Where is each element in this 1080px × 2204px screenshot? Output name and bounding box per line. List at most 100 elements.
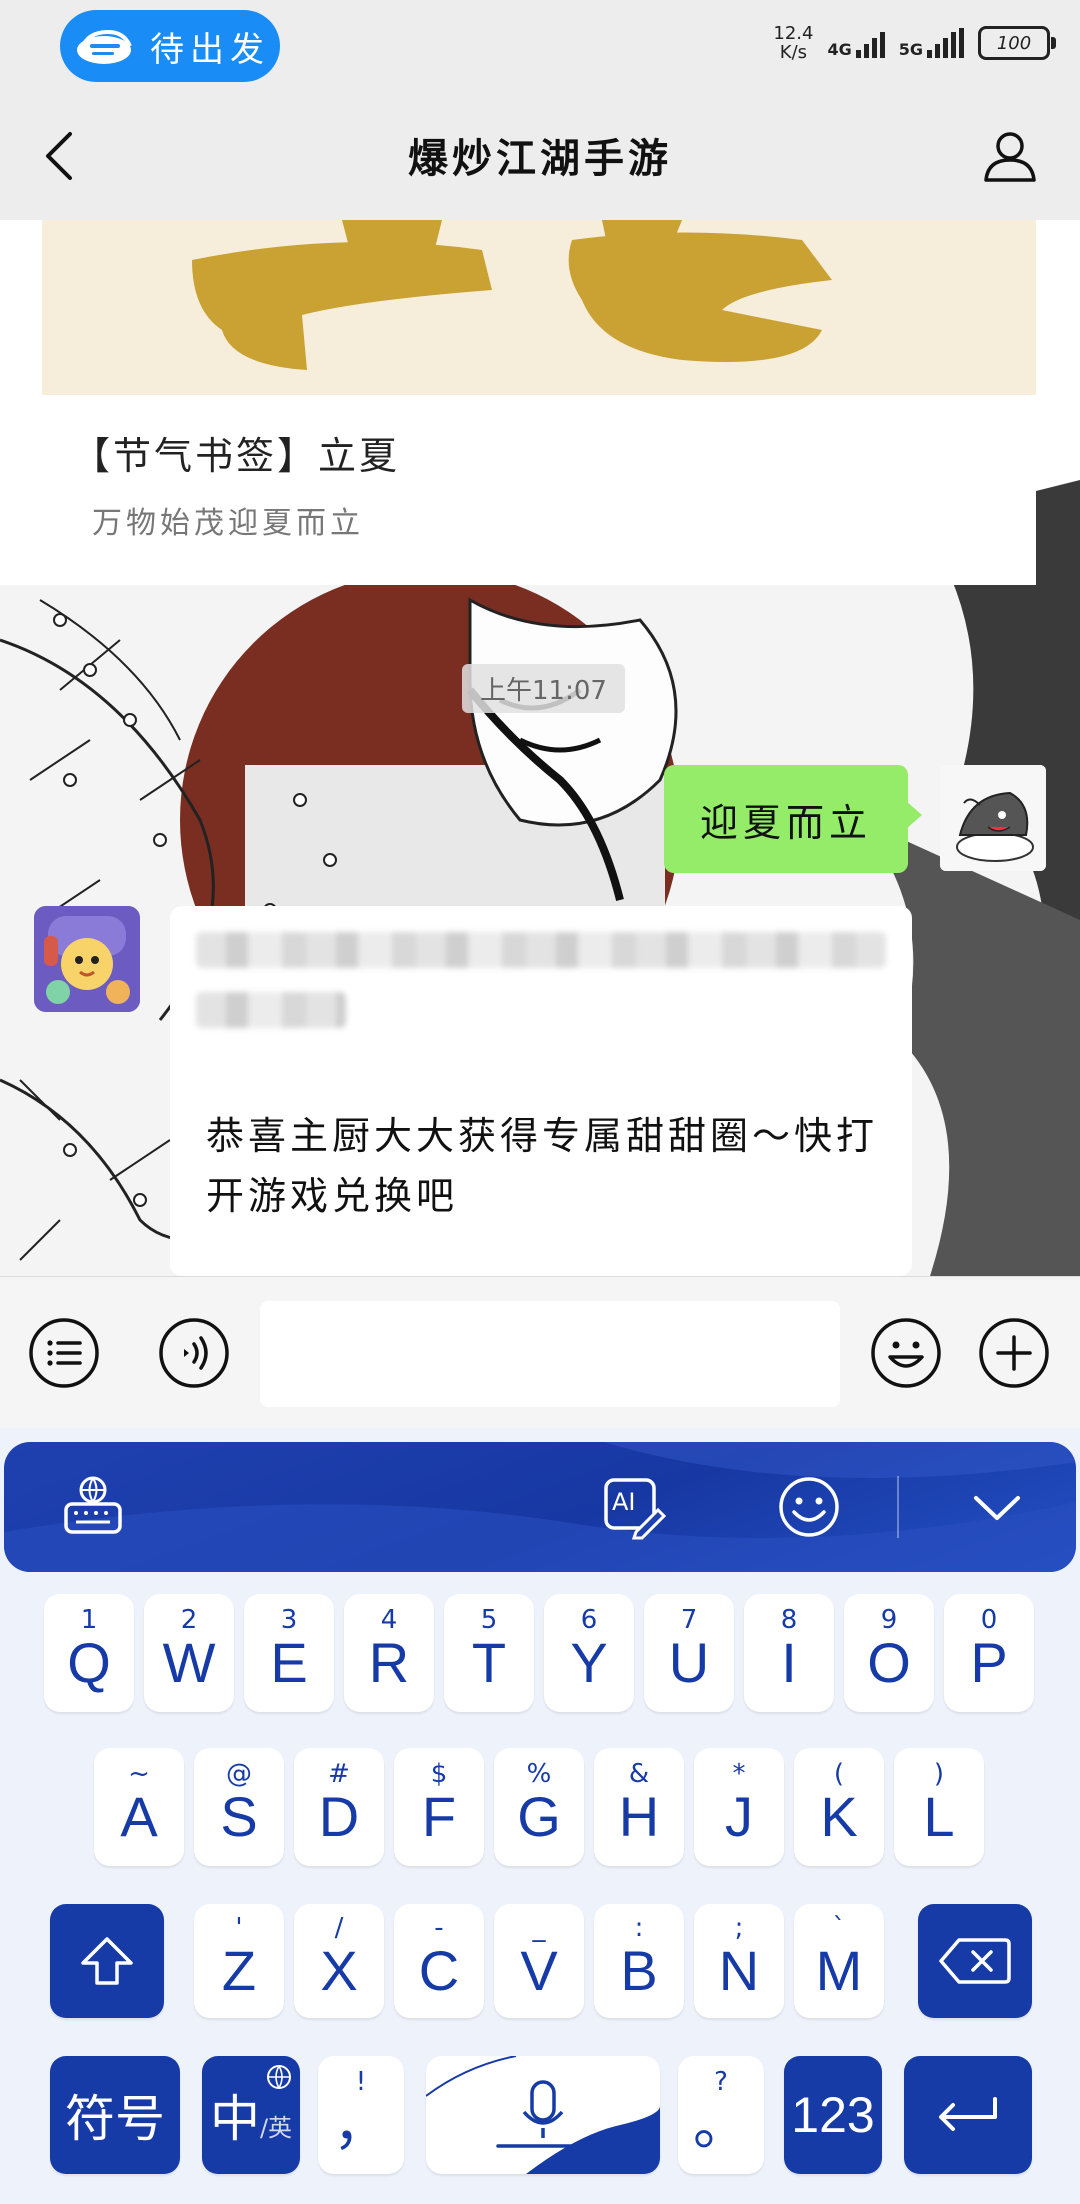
- message-text-field[interactable]: [260, 1301, 840, 1407]
- period-key[interactable]: ? 。: [678, 2056, 764, 2174]
- key-k[interactable]: (K: [794, 1748, 884, 1866]
- key-letter: M: [815, 1939, 863, 2002]
- ai-write-icon[interactable]: AI: [600, 1474, 666, 1540]
- enter-key[interactable]: [904, 2056, 1032, 2174]
- comma-key-label: ，: [333, 2093, 389, 2156]
- key-letter: J: [725, 1785, 753, 1848]
- key-s[interactable]: @ S: [194, 1748, 284, 1866]
- key-alt-char: 7: [680, 1605, 698, 1635]
- key-d[interactable]: # D: [294, 1748, 384, 1866]
- lang-main-label: 中: [209, 2090, 260, 2148]
- add-more-icon[interactable]: [978, 1317, 1050, 1389]
- trip-status-pill[interactable]: 待出发: [60, 10, 280, 82]
- key-y[interactable]: 6Y: [544, 1594, 634, 1712]
- comma-key[interactable]: ! ，: [318, 2056, 404, 2174]
- speed-value: 12.4: [773, 23, 814, 44]
- key-q[interactable]: 1Q: [44, 1594, 134, 1712]
- key-t[interactable]: 5T: [444, 1594, 534, 1712]
- key-letter: D: [318, 1785, 360, 1848]
- period-key-label: 。: [693, 2093, 749, 2156]
- key-alt-char: %: [526, 1759, 552, 1789]
- toolbar-wave-decoration: [4, 1442, 1076, 1572]
- space-key[interactable]: [426, 2056, 660, 2174]
- key-letter: W: [162, 1631, 216, 1694]
- signal-5g: 5G: [899, 28, 964, 58]
- key-letter: L: [923, 1785, 955, 1848]
- key-c[interactable]: -C: [394, 1904, 484, 2018]
- menu-list-icon[interactable]: [28, 1317, 100, 1389]
- key-j[interactable]: * J: [694, 1748, 784, 1866]
- game-account-avatar[interactable]: [34, 906, 140, 1012]
- voice-input-icon[interactable]: [158, 1317, 230, 1389]
- battery-icon: 100: [978, 26, 1056, 60]
- key-w[interactable]: 2W: [144, 1594, 234, 1712]
- key-v[interactable]: _ V: [494, 1904, 584, 2018]
- key-f[interactable]: $ F: [394, 1748, 484, 1866]
- key-alt-char: (: [833, 1759, 845, 1789]
- emoji-icon[interactable]: [870, 1317, 942, 1389]
- key-letter: T: [471, 1631, 507, 1694]
- key-i[interactable]: 8I: [744, 1594, 834, 1712]
- key-letter: S: [220, 1785, 258, 1848]
- chat-area[interactable]: 【节气书签】立夏 万物始茂迎夏而立 上午11:07 迎夏而立 恭喜主厨大大获得专…: [0, 220, 1080, 1276]
- key-letter: I: [781, 1631, 797, 1694]
- number-mode-key[interactable]: 123: [784, 2056, 882, 2174]
- key-letter: G: [517, 1785, 561, 1848]
- key-alt-char: &: [628, 1759, 650, 1789]
- system-indicators: 12.4 K/s 4G 5G 100: [773, 23, 1056, 63]
- key-z[interactable]: ' Z: [194, 1904, 284, 2018]
- key-o[interactable]: 9O: [844, 1594, 934, 1712]
- key-letter: C: [418, 1939, 460, 2002]
- key-g[interactable]: % G: [494, 1748, 584, 1866]
- status-bar: 待出发 12.4 K/s 4G 5G 100: [0, 0, 1080, 92]
- my-avatar[interactable]: [940, 765, 1046, 871]
- key-alt-char: 4: [380, 1605, 398, 1635]
- signal-4g: 4G: [827, 28, 885, 58]
- key-alt-char: _: [532, 1913, 546, 1943]
- message-timestamp: 上午11:07: [462, 664, 625, 713]
- space-key-art: [426, 2056, 660, 2174]
- key-p[interactable]: 0P: [944, 1594, 1034, 1712]
- emoji-panel-icon[interactable]: [776, 1474, 842, 1540]
- key-m[interactable]: ` M: [794, 1904, 884, 2018]
- key-letter: R: [368, 1631, 410, 1694]
- key-h[interactable]: & H: [594, 1748, 684, 1866]
- signal-bars-icon: [855, 28, 885, 58]
- key-alt-char: #: [328, 1759, 350, 1789]
- card-subtitle: 万物始茂迎夏而立: [92, 506, 364, 541]
- article-card[interactable]: 【节气书签】立夏 万物始茂迎夏而立: [42, 220, 1036, 585]
- key-r[interactable]: 4R: [344, 1594, 434, 1712]
- shift-key[interactable]: [50, 1904, 164, 2018]
- key-alt-char: ;: [734, 1913, 744, 1943]
- key-n[interactable]: ; N: [694, 1904, 784, 2018]
- key-l[interactable]: ) L: [894, 1748, 984, 1866]
- symbols-key[interactable]: 符号: [50, 2056, 180, 2174]
- globe-icon: [267, 2065, 291, 2089]
- card-banner-image: [42, 220, 1036, 395]
- redacted-text: [196, 932, 886, 968]
- key-x[interactable]: / X: [294, 1904, 384, 2018]
- incoming-message-bubble[interactable]: 恭喜主厨大大获得专属甜甜圈～快打开游戏兑换吧: [170, 906, 912, 1276]
- keyboard-settings-icon[interactable]: [60, 1474, 126, 1540]
- key-a[interactable]: ~ A: [94, 1748, 184, 1866]
- language-switch-key[interactable]: 中 /英: [202, 2056, 300, 2174]
- game-mascot-icon: [34, 906, 140, 1012]
- key-e[interactable]: 3E: [244, 1594, 334, 1712]
- trip-status-label: 待出发: [150, 29, 270, 70]
- collapse-keyboard-icon[interactable]: [964, 1474, 1030, 1540]
- svg-text:AI: AI: [612, 1488, 636, 1516]
- profile-icon[interactable]: [982, 128, 1038, 184]
- period-key-sup: ?: [714, 2067, 728, 2097]
- speed-unit: K/s: [779, 42, 808, 63]
- key-b[interactable]: :B: [594, 1904, 684, 2018]
- enter-arrow-icon: [939, 2097, 997, 2131]
- outgoing-message-bubble[interactable]: 迎夏而立: [664, 765, 922, 873]
- key-u[interactable]: 7U: [644, 1594, 734, 1712]
- key-alt-char: 5: [480, 1605, 498, 1635]
- key-alt-char: *: [732, 1759, 746, 1789]
- lang-alt-label: /英: [259, 2113, 293, 2142]
- symbols-key-label: 符号: [65, 2090, 165, 2148]
- key-letter: O: [867, 1631, 911, 1694]
- card-title: 【节气书签】立夏: [72, 434, 401, 478]
- backspace-key[interactable]: [918, 1904, 1032, 2018]
